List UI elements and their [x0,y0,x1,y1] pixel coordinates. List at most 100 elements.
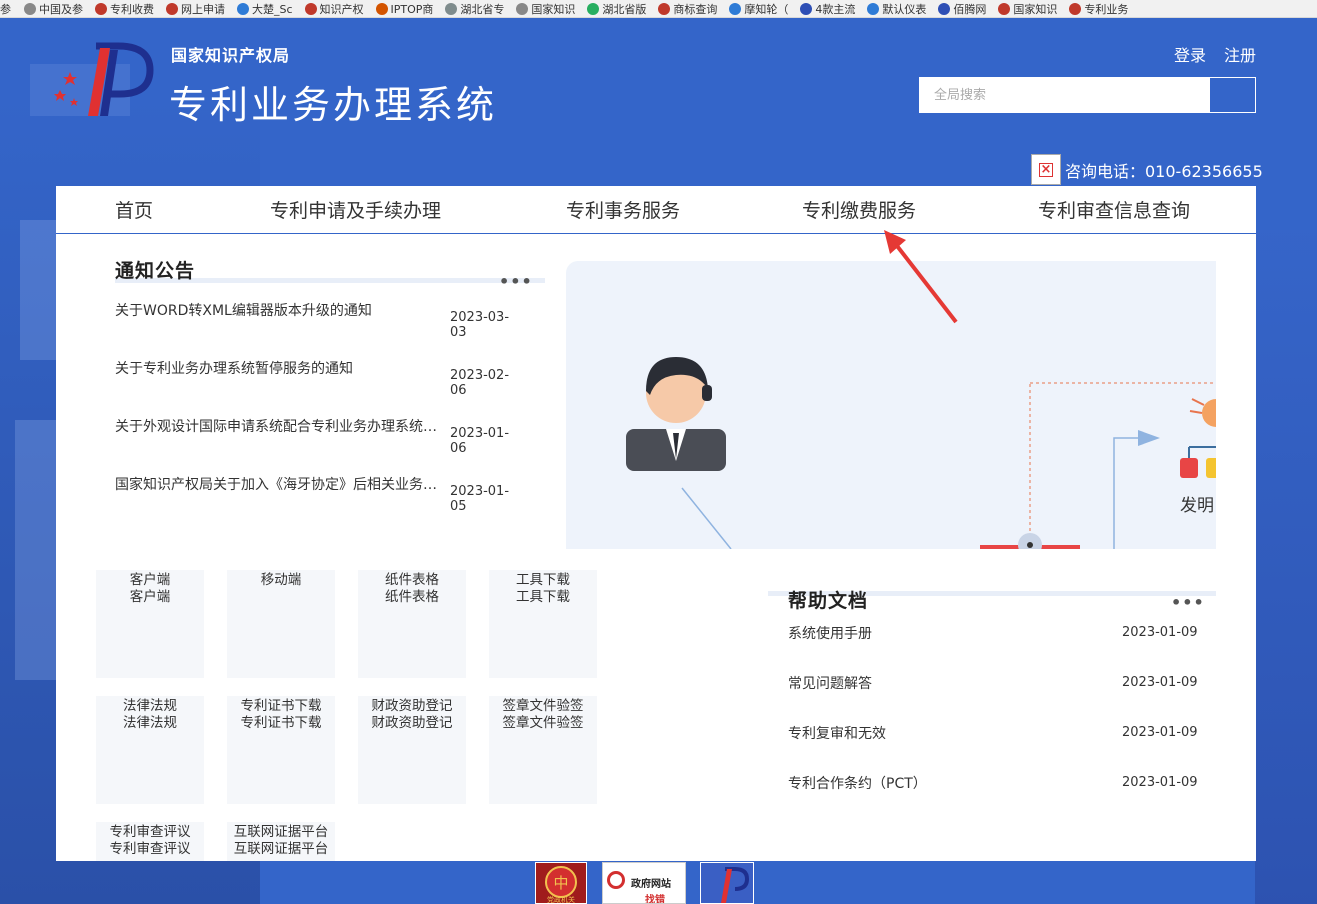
bookmark-favicon-icon [587,2,600,15]
tile-label: 签章文件验签 [502,698,584,714]
tile-label-secondary: 客户端 [129,589,171,605]
notices-more-button[interactable]: ••• [499,272,533,291]
tile-tool-download[interactable]: 工具下载 工具下载 [489,570,597,678]
bookmark-item[interactable]: 湖北省专 [445,0,504,17]
bookmark-item[interactable]: 中国及参 [24,0,83,17]
tile-label: 财政资助登记 [371,698,453,714]
tile-label: 专利证书下载 [240,698,322,714]
notice-date: 2023-03-03 [450,310,510,340]
bookmark-item[interactable]: 专利收费 [95,0,154,17]
emblem-icon: 中 党政机关 [545,866,577,904]
bookmark-favicon-icon [867,2,880,15]
broken-image-icon: × [1031,154,1061,185]
bookmark-label: 专利业务 [1084,2,1129,16]
bookmark-list: 中国及参 专利收费 网上申请 大楚_Sc 知识产权 IPTOP商 湖北省专 国家知识 湖北省版 商… [16,0,1132,17]
cnipa-logo-icon[interactable] [30,40,170,120]
bookmark-item[interactable]: 网上申请 [166,0,225,17]
bookmark-item[interactable]: 专利业务 [1069,0,1129,17]
bookmark-label: 4款主流 [815,2,856,16]
notice-title[interactable]: 关于WORD转XML编辑器版本升级的通知 [115,300,437,320]
tile-label: 互联网证据平台 [233,824,329,840]
tile-label-secondary: 法律法规 [123,715,177,731]
notice-item[interactable]: 关于外观设计国际申请系统配合专利业务办理系统升级的通知 2023-01-06 [115,416,525,456]
help-doc-title[interactable]: 系统使用手册 [788,623,872,643]
nav-affairs[interactable]: 专利事务服务 [566,196,680,223]
notice-title[interactable]: 关于专利业务办理系统暂停服务的通知 [115,358,437,378]
notice-title[interactable]: 国家知识产权局关于加入《海牙协定》后相关业务办理的通知 [115,474,437,494]
notice-title[interactable]: 关于外观设计国际申请系统配合专利业务办理系统升级的通知 [115,416,437,436]
bookmarks-bar: 参 中国及参 专利收费 网上申请 大楚_Sc 知识产权 IPTOP商 湖北省专 国家知识 湖北省… [0,0,1317,18]
bookmark-label: IPTOP商 [390,2,434,16]
tile-label-secondary: 专利审查评议 [109,841,191,857]
nav-exam-query[interactable]: 专利审查信息查询 [1038,196,1190,223]
nav-home[interactable]: 首页 [115,196,153,223]
help-doc-title[interactable]: 常见问题解答 [788,673,872,693]
login-link[interactable]: 登录 [1174,42,1206,66]
notice-date: 2023-01-06 [450,426,510,456]
tile-label-secondary: 互联网证据平台 [233,841,329,857]
tile-signature-verify[interactable]: 签章文件验签 签章文件验签 [489,696,597,804]
help-item[interactable]: 系统使用手册 2023-01-09 [788,623,1198,647]
tile-certificate-download[interactable]: 专利证书下载 专利证书下载 [227,696,335,804]
notice-item[interactable]: 关于WORD转XML编辑器版本升级的通知 2023-03-03 [115,300,525,340]
notice-date: 2023-01-05 [450,484,510,514]
help-doc-title[interactable]: 专利复审和无效 [788,723,886,743]
tile-exam-review[interactable]: 专利审查评议 专利审查评议 [96,822,204,861]
annotation-arrow-icon [884,230,958,324]
bookmark-lead[interactable]: 参 [0,1,16,17]
tile-paper-forms[interactable]: 纸件表格 纸件表格 [358,570,466,678]
party-gov-badge[interactable]: 中 党政机关 [535,862,587,904]
help-doc-date: 2023-01-09 [1122,625,1198,640]
bookmark-favicon-icon [375,2,388,15]
bookmark-favicon-icon [304,2,317,15]
bookmark-item[interactable]: IPTOP商 [375,0,434,17]
tile-evidence-platform[interactable]: 互联网证据平台 互联网证据平台 [227,822,335,861]
tile-client[interactable]: 客户端 客户端 [96,570,204,678]
tile-laws[interactable]: 法律法规 法律法规 [96,696,204,804]
background-right [1255,230,1317,904]
bookmark-label: 摩知轮（ [744,2,789,16]
tile-label: 工具下载 [516,572,570,588]
person-icon [626,357,726,471]
bookmark-item[interactable]: 国家知识 [516,0,576,17]
bookmark-item[interactable]: 大楚_Sc [237,0,293,17]
cnipa-footer-logo[interactable] [700,862,754,904]
bookmark-favicon-icon [938,2,951,15]
help-item[interactable]: 专利复审和无效 2023-01-09 [788,723,1198,747]
bookmark-favicon-icon [516,2,529,15]
bookmark-label: 商标查询 [673,2,718,16]
nav-payment[interactable]: 专利缴费服务 [802,196,916,223]
bookmark-item[interactable]: 国家知识 [998,0,1057,17]
party-badge-label: 党政机关 [547,895,575,903]
help-more-button[interactable]: ••• [1171,593,1205,612]
tile-label: 客户端 [129,572,171,588]
tile-funding-registration[interactable]: 财政资助登记 财政资助登记 [358,696,466,804]
help-title: 帮助文档 [788,590,869,612]
bookmark-label: 网上申请 [181,2,225,16]
gov-site-error-badge[interactable]: 政府网站 找错 [602,862,686,904]
bookmark-item[interactable]: 佰腾网 [938,0,986,17]
help-item[interactable]: 常见问题解答 2023-01-09 [788,673,1198,697]
bookmark-item[interactable]: 湖北省版 [587,0,646,17]
hotline-text: 咨询电话：010-62356655 [1065,161,1263,181]
notice-item[interactable]: 国家知识产权局关于加入《海牙协定》后相关业务办理的通知 2023-01-05 [115,474,525,514]
bookmark-item[interactable]: 默认仪表 [867,0,926,17]
bookmark-favicon-icon [998,2,1011,15]
bookmark-label: 中国及参 [39,2,83,16]
svg-text:中: 中 [553,874,568,892]
bookmark-favicon-icon [658,2,671,15]
nav-application[interactable]: 专利申请及手续办理 [270,196,441,223]
bookmark-item[interactable]: 知识产权 [304,0,364,17]
magnifier-icon [607,871,625,889]
bookmark-label: 国家知识 [531,2,576,16]
bookmark-item[interactable]: 4款主流 [800,0,856,17]
register-link[interactable]: 注册 [1224,42,1256,66]
bookmark-item[interactable]: 摩知轮（ [729,0,789,17]
help-item[interactable]: 专利合作条约（PCT） 2023-01-09 [788,773,1198,797]
bookmark-item[interactable]: 商标查询 [658,0,718,17]
notice-item[interactable]: 关于专利业务办理系统暂停服务的通知 2023-02-06 [115,358,525,398]
help-doc-title[interactable]: 专利合作条约（PCT） [788,773,927,793]
tile-mobile[interactable]: 移动端 [227,570,335,678]
search-button[interactable] [1210,78,1255,112]
search-input[interactable] [920,78,1210,112]
